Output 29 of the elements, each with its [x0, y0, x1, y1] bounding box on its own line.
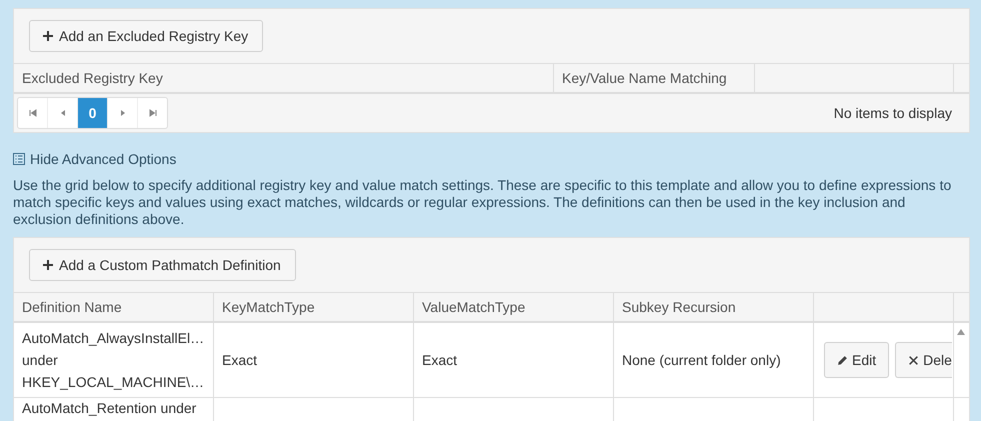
description-text: Use the grid below to specify additional registry key and value match settings. These are specific to this template and allow you to define expressions to match specific keys and values using exact matches, wildcards or regular expressions. The definitions can then be used in the key inclusion and exclusion definitions above.	[13, 177, 952, 228]
table-cell: AutoMatch_Retention under	[14, 398, 214, 421]
list-icon	[13, 153, 25, 165]
column-header[interactable]: ValueMatchType	[414, 293, 614, 321]
plus-icon	[43, 31, 53, 41]
table-cell-text: Exact	[222, 351, 258, 370]
pencil-icon	[837, 354, 848, 366]
column-header[interactable]: Definition Name	[14, 293, 214, 321]
last-page-icon	[148, 109, 156, 117]
delete-button[interactable]: Dele	[895, 342, 952, 378]
add-pathmatch-button[interactable]: Add a Custom Pathmatch Definition	[29, 249, 296, 281]
column-header[interactable]: Excluded Registry Key	[14, 64, 554, 92]
edit-button[interactable]: Edit	[824, 342, 890, 378]
first-page-icon	[28, 109, 36, 117]
add-excluded-key-button[interactable]: Add an Excluded Registry Key	[29, 20, 264, 52]
table-cell: AutoMatch_AlwaysInstallEl… under HKEY_LOCAL_MACHINE\…	[14, 323, 214, 397]
plus-icon	[43, 260, 53, 270]
pager-status: No items to display	[834, 105, 952, 121]
previous-icon	[58, 109, 66, 117]
page-button[interactable]: 0	[78, 98, 108, 128]
hide-advanced-options-link[interactable]: Hide Advanced Options	[13, 151, 176, 167]
column-header[interactable]: Subkey Recursion	[614, 293, 814, 321]
next-icon	[118, 109, 126, 117]
scroll-up-icon[interactable]	[957, 329, 965, 335]
table-cell-text: Exact	[422, 351, 458, 370]
column-header[interactable]: Key/Value Name Matching	[554, 64, 755, 92]
table-cell-text: None (current folder only)	[622, 351, 782, 370]
close-icon	[908, 354, 920, 366]
column-header[interactable]: KeyMatchType	[214, 293, 414, 321]
